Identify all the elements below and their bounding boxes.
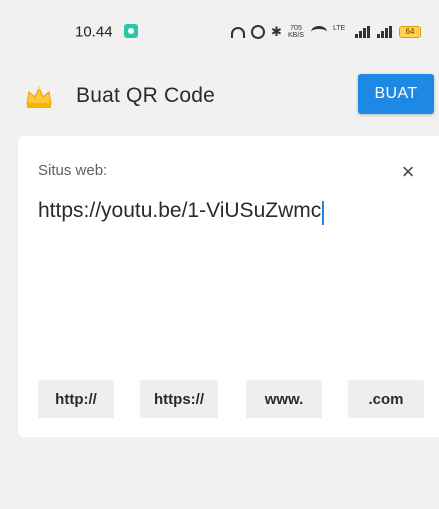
- notification-app-icon: [124, 24, 138, 38]
- network-speed: 705 KB/S: [287, 25, 305, 39]
- page-title: Buat QR Code: [76, 84, 215, 107]
- chip-https[interactable]: https://: [140, 380, 218, 418]
- create-button[interactable]: BUAT: [358, 74, 434, 114]
- battery-icon: 64: [399, 26, 421, 38]
- field-label: Situs web:: [38, 162, 108, 179]
- close-icon[interactable]: ×: [394, 158, 422, 186]
- text-cursor: [322, 200, 325, 225]
- prefix-chip-row: http:// https:// www. .com: [38, 380, 438, 418]
- network-speed-unit: KB/S: [288, 32, 304, 39]
- status-time: 10.44: [75, 23, 113, 41]
- alarm-icon: [251, 25, 265, 39]
- crown-icon: [26, 86, 52, 108]
- signal-icon: [355, 26, 371, 38]
- network-type: LTE: [333, 25, 346, 32]
- url-input[interactable]: https://youtu.be/1-ViUSuZwmc: [38, 196, 428, 230]
- url-input-value: https://youtu.be/1-ViUSuZwmc: [38, 199, 322, 222]
- url-form-card: Situs web: × https://youtu.be/1-ViUSuZwm…: [18, 136, 439, 437]
- chip-www[interactable]: www.: [246, 380, 322, 418]
- status-bar: 10.44 ✱ 705 KB/S LTE 64: [0, 0, 439, 41]
- network-speed-value: 705: [290, 25, 302, 32]
- bluetooth-icon: ✱: [271, 24, 282, 39]
- signal-icon-2: [377, 26, 393, 38]
- wifi-icon: [311, 26, 327, 38]
- chip-http[interactable]: http://: [38, 380, 114, 418]
- headset-icon: [231, 26, 245, 38]
- chip-com[interactable]: .com: [348, 380, 424, 418]
- status-icons: ✱ 705 KB/S LTE 64: [231, 24, 421, 40]
